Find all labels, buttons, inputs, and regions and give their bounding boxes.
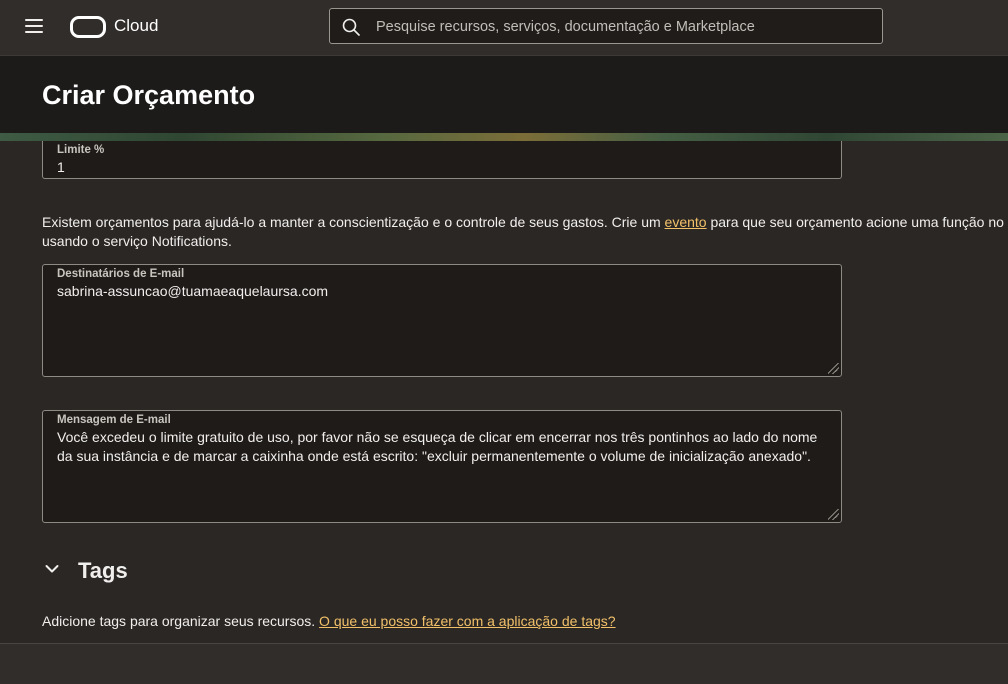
tags-help-link[interactable]: O que eu posso fazer com a aplicação de … [319,613,616,629]
info-text-line2: usando o serviço Notifications. [42,233,232,249]
search-input[interactable] [374,9,878,45]
email-recipients-label: Destinatários de E-mail [57,268,185,280]
limit-percent-field[interactable]: Limite % 1 [42,141,842,179]
brand-name[interactable]: Cloud [114,16,158,36]
search-icon [342,18,360,36]
email-recipients-field[interactable]: Destinatários de E-mail sabrina-assuncao… [42,264,842,377]
limit-percent-value[interactable]: 1 [57,158,827,177]
page-header: Criar Orçamento [0,56,1008,141]
page-title: Criar Orçamento [42,80,256,110]
chevron-down-icon [45,565,59,573]
email-message-line1: Você excedeu o limite gratuito de uso, p… [57,429,818,445]
search-box[interactable] [329,8,883,45]
tags-description-text: Adicione tags para organizar seus recurs… [42,613,320,629]
limit-percent-label: Limite % [57,144,105,156]
email-message-line2: da sua instância e de marcar a caixinha … [57,448,811,464]
budget-info-text: Existem orçamentos para ajudá-lo a mante… [42,213,1008,251]
tags-section-title: Tags [78,558,128,583]
resize-handle-icon[interactable] [828,509,839,520]
info-text-end: para que seu orçamento acione uma função… [706,214,1004,230]
page-footer-bar [0,643,1008,684]
menu-icon[interactable] [25,19,43,33]
email-message-label: Mensagem de E-mail [57,414,171,426]
event-link[interactable]: evento [665,214,707,230]
email-recipients-value[interactable]: sabrina-assuncao@tuamaeaquelaursa.com [57,282,827,301]
info-text-start: Existem orçamentos para ajudá-lo a mante… [42,214,665,230]
email-message-field[interactable]: Mensagem de E-mail Você excedeu o limite… [42,410,842,523]
header-decorative-band [0,133,1008,141]
tags-description: Adicione tags para organizar seus recurs… [42,613,616,629]
top-navigation-bar: Cloud [0,0,1008,56]
resize-handle-icon[interactable] [828,363,839,374]
oracle-logo-icon[interactable] [70,16,106,38]
email-message-value[interactable]: Você excedeu o limite gratuito de uso, p… [57,428,827,466]
